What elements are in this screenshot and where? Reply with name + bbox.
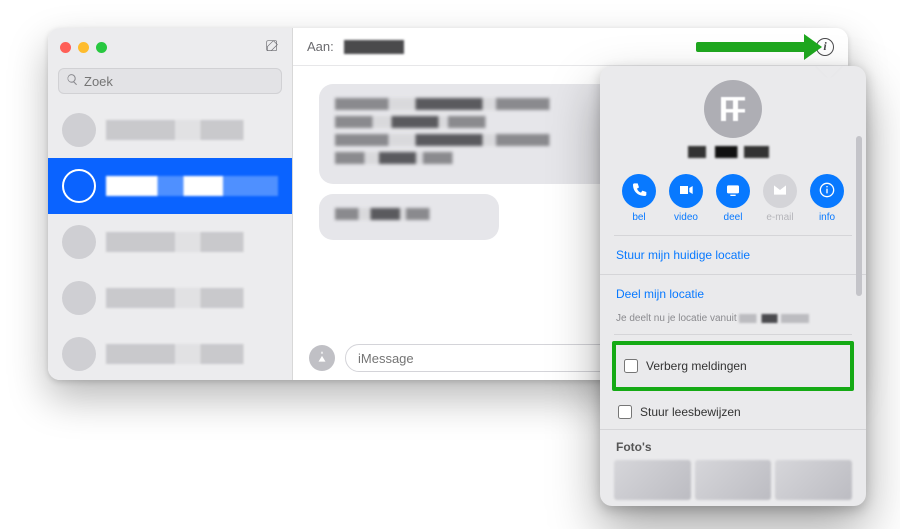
email-button: e-mail — [759, 174, 801, 223]
zoom-window-button[interactable] — [96, 42, 107, 53]
details-popover: bel video deel e-mail info Stuur mijn hu… — [600, 66, 866, 506]
photo-thumbnail[interactable] — [775, 460, 852, 500]
action-label: deel — [724, 212, 743, 223]
apps-button[interactable] — [309, 345, 335, 371]
search-input[interactable] — [84, 74, 274, 89]
conversation-item[interactable] — [48, 102, 292, 158]
conversation-preview — [106, 344, 278, 364]
appstore-icon — [315, 350, 329, 367]
conversation-preview — [106, 120, 278, 140]
minimize-window-button[interactable] — [78, 42, 89, 53]
send-current-location-link[interactable]: Stuur mijn huidige locatie — [614, 236, 852, 274]
action-label: e-mail — [766, 212, 793, 223]
contact-avatar[interactable] — [704, 80, 762, 138]
info-icon — [819, 182, 835, 201]
conversation-preview — [106, 288, 278, 308]
recipient-bar: Aan: i — [293, 28, 848, 66]
phone-icon — [631, 182, 647, 201]
send-read-receipts-row[interactable]: Stuur leesbewijzen — [614, 395, 852, 429]
call-button[interactable]: bel — [618, 174, 660, 223]
avatar — [62, 169, 96, 203]
contact-name — [688, 146, 778, 158]
conversation-item[interactable] — [48, 214, 292, 270]
sidebar — [48, 28, 293, 380]
window-controls — [60, 42, 107, 53]
avatar — [62, 113, 96, 147]
sharing-status: Je deelt nu je locatie vanuit — [614, 313, 852, 335]
avatar — [62, 337, 96, 371]
conversation-preview — [106, 176, 278, 196]
photo-thumbnail[interactable] — [614, 460, 691, 500]
message-bubble — [319, 84, 619, 184]
conversation-preview — [106, 232, 278, 252]
close-window-button[interactable] — [60, 42, 71, 53]
conversation-item[interactable] — [48, 326, 292, 380]
tutorial-highlight: Verberg meldingen — [612, 341, 854, 391]
to-label: Aan: — [307, 39, 334, 54]
contact-actions: bel video deel e-mail info — [614, 168, 852, 236]
action-label: video — [674, 212, 698, 223]
video-icon — [678, 182, 694, 201]
search-icon — [66, 73, 84, 89]
compose-new-message-button[interactable] — [264, 38, 280, 57]
share-button[interactable]: deel — [712, 174, 754, 223]
info-button[interactable]: info — [806, 174, 848, 223]
scrollbar[interactable] — [856, 136, 862, 296]
hide-alerts-label: Verberg meldingen — [646, 359, 747, 373]
conversation-list — [48, 102, 292, 380]
conversation-item[interactable] — [48, 158, 292, 214]
hide-alerts-checkbox[interactable] — [624, 359, 638, 373]
video-button[interactable]: video — [665, 174, 707, 223]
hide-alerts-row[interactable]: Verberg meldingen — [620, 349, 846, 383]
mail-icon — [772, 182, 788, 201]
screen-share-icon — [725, 182, 741, 201]
send-read-receipts-checkbox[interactable] — [618, 405, 632, 419]
titlebar — [48, 28, 292, 66]
action-label: bel — [632, 212, 645, 223]
avatar — [62, 225, 96, 259]
photo-thumbnail[interactable] — [695, 460, 772, 500]
contact-header — [614, 66, 852, 168]
conversation-item[interactable] — [48, 270, 292, 326]
photos-grid — [614, 460, 852, 500]
photos-section-title: Foto's — [614, 430, 852, 460]
recipient-name[interactable] — [344, 40, 404, 54]
search-field[interactable] — [58, 68, 282, 94]
avatar — [62, 281, 96, 315]
share-location-link[interactable]: Deel mijn locatie — [614, 275, 852, 313]
send-read-receipts-label: Stuur leesbewijzen — [640, 405, 741, 419]
action-label: info — [819, 212, 835, 223]
message-bubble — [319, 194, 499, 240]
tutorial-arrow — [696, 42, 806, 52]
